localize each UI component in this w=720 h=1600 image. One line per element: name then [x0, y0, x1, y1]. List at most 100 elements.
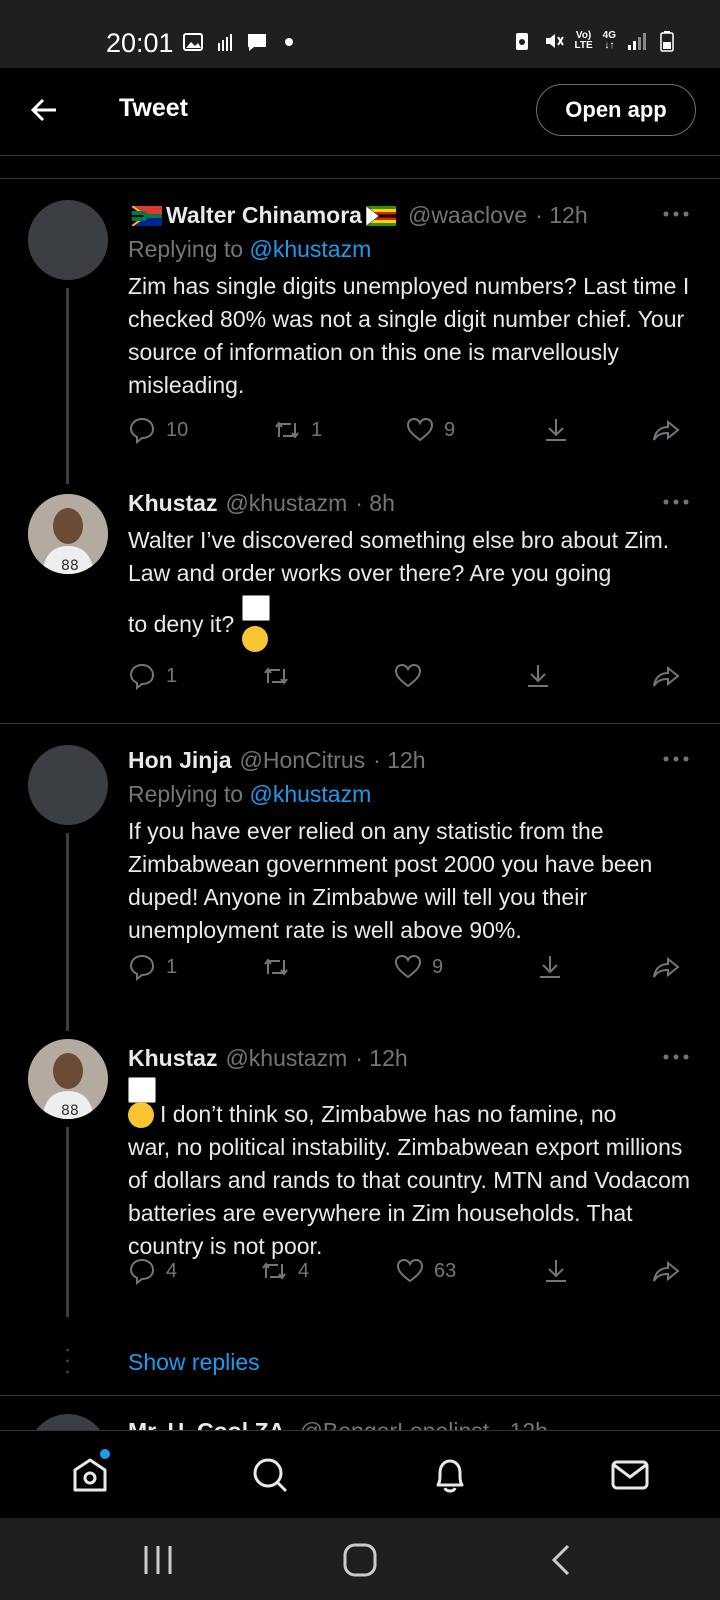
retweet-icon	[262, 1262, 286, 1280]
avatar[interactable]: 88	[28, 1039, 108, 1119]
like-button[interactable]	[394, 662, 422, 690]
share-icon	[653, 956, 680, 978]
notification-dot	[100, 1449, 110, 1459]
author-handle[interactable]: @khustazm	[225, 490, 347, 517]
retweet-button[interactable]	[262, 953, 290, 981]
tweet-actions: 10 1 9	[128, 416, 694, 450]
download-icon	[546, 419, 566, 441]
mention-link[interactable]: @khustazm	[249, 781, 371, 807]
smiling-face-emoji	[128, 1102, 154, 1128]
heart-icon	[406, 417, 434, 442]
battery-icon	[660, 31, 674, 52]
download-icon	[546, 1260, 566, 1282]
tweet-actions: 4 4 63	[128, 1257, 694, 1291]
system-nav-bar	[0, 1518, 720, 1600]
reply-button[interactable]: 10	[128, 416, 188, 444]
like-button[interactable]: 63	[396, 1257, 456, 1285]
replying-to: Replying to @khustazm	[128, 236, 372, 262]
bottom-nav	[0, 1430, 720, 1518]
author-name[interactable]: Walter Chinamora	[166, 202, 362, 229]
avatar[interactable]	[28, 200, 108, 280]
thread-dots	[66, 1348, 69, 1374]
author-name[interactable]: Khustaz	[128, 490, 217, 517]
avatar[interactable]: 88	[28, 494, 108, 574]
back-button-icon[interactable]	[544, 1542, 580, 1578]
tweet-text: Zim has single digits unemployed numbers…	[128, 273, 690, 398]
author-name[interactable]: Hon Jinja	[128, 747, 232, 774]
retweet-icon	[264, 958, 288, 976]
tweet-time: · 12h	[355, 1045, 408, 1071]
tweet-actions: 1 9	[128, 953, 694, 987]
share-icon	[653, 1260, 680, 1282]
thread-line	[66, 833, 69, 1031]
author-name[interactable]: Mr. U. Cool ZA	[128, 1418, 285, 1430]
tweet-time: · 12h	[373, 747, 426, 773]
tweet-text: Walter I’ve discovered something else br…	[128, 527, 670, 586]
avatar[interactable]	[28, 1414, 108, 1430]
next-tweet-peek[interactable]: Mr. U. Cool ZA @BongerLonelinst · 12h	[0, 1396, 720, 1430]
share-button[interactable]	[652, 1257, 680, 1285]
retweet-icon	[275, 421, 299, 439]
share-button[interactable]	[652, 416, 680, 444]
save-button[interactable]	[542, 1257, 570, 1285]
grinning-face-emoji	[242, 625, 268, 652]
retweet-button[interactable]	[262, 662, 290, 690]
tweet-time: · 8h	[355, 490, 395, 516]
reply-icon	[129, 1258, 155, 1285]
heart-icon	[396, 1258, 424, 1283]
show-replies-link[interactable]: Show replies	[128, 1349, 260, 1376]
retweet-button[interactable]: 4	[260, 1257, 309, 1285]
tweet-time: · 12h	[535, 202, 588, 228]
retweet-icon	[264, 667, 288, 685]
like-button[interactable]: 9	[406, 416, 455, 444]
home-icon[interactable]	[70, 1455, 110, 1495]
status-time: 20:01	[106, 28, 174, 58]
avatar[interactable]	[28, 745, 108, 825]
share-icon	[653, 419, 680, 441]
author-handle[interactable]: @waaclove	[408, 202, 527, 229]
share-button[interactable]	[652, 953, 680, 981]
download-icon	[540, 956, 560, 978]
mention-link[interactable]: @khustazm	[249, 236, 371, 262]
recent-apps-icon[interactable]	[140, 1542, 176, 1578]
search-icon[interactable]	[250, 1455, 290, 1495]
home-button-icon[interactable]	[342, 1542, 378, 1578]
battery-saver-icon	[515, 33, 528, 50]
more-options-icon[interactable]	[662, 498, 690, 506]
bell-icon[interactable]	[430, 1455, 470, 1495]
tweet-text-end: to deny it?	[128, 592, 694, 652]
reply-button[interactable]: 1	[128, 662, 177, 690]
svg-text:88: 88	[61, 1103, 79, 1119]
reply-button[interactable]: 1	[128, 953, 177, 981]
heart-icon	[394, 663, 422, 688]
author-name[interactable]: Khustaz	[128, 1045, 217, 1072]
save-button[interactable]	[542, 416, 570, 444]
dot-icon	[285, 38, 293, 46]
broken-image-icon	[242, 595, 270, 621]
thread-line	[66, 1127, 69, 1317]
author-handle[interactable]: @khustazm	[225, 1045, 347, 1072]
share-button[interactable]	[652, 662, 680, 690]
svg-text:88: 88	[61, 558, 79, 574]
status-bar: 20:01 Vo) LTE 4G ↓↑	[0, 0, 720, 68]
more-options-icon[interactable]	[662, 210, 690, 218]
tweet-hon-jinja[interactable]: Hon Jinja @HonCitrus · 12h Replying to @…	[0, 725, 720, 1395]
app-header: Tweet Open app	[0, 68, 720, 156]
more-options-icon[interactable]	[662, 755, 690, 763]
retweet-button[interactable]: 1	[273, 416, 322, 444]
reply-button[interactable]: 4	[128, 1257, 177, 1285]
author-handle[interactable]: @HonCitrus	[240, 747, 366, 774]
profile-photo: 88	[28, 494, 108, 574]
tweet-walter[interactable]: Walter Chinamora @waaclove · 12h Replyin…	[0, 180, 720, 720]
save-button[interactable]	[524, 662, 552, 690]
envelope-icon[interactable]	[610, 1455, 650, 1495]
more-options-icon[interactable]	[662, 1053, 690, 1061]
volte-indicator: Vo) LTE	[574, 30, 593, 51]
tweet-text-rest: war, no political instability. Zimbabwea…	[128, 1134, 691, 1259]
author-handle[interactable]: @BongerLonelinst · 12h	[300, 1418, 548, 1430]
open-app-button[interactable]: Open app	[536, 84, 696, 136]
divider	[0, 723, 720, 724]
save-button[interactable]	[536, 953, 564, 981]
like-button[interactable]: 9	[394, 953, 443, 981]
back-arrow-icon[interactable]	[28, 94, 60, 126]
